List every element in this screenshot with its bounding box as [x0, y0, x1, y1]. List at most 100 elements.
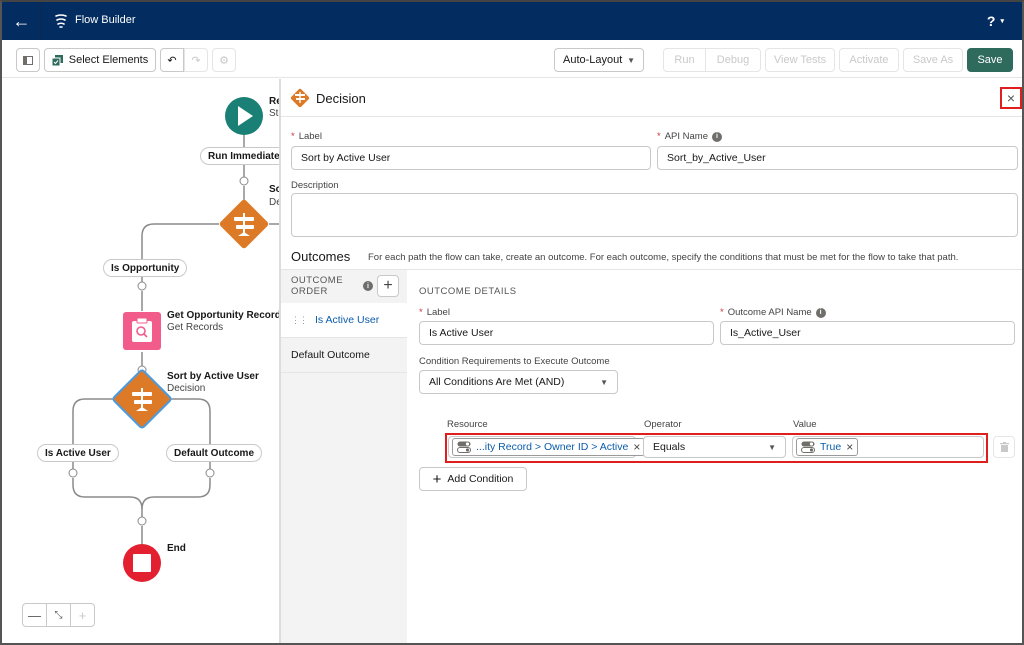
connector-dot[interactable] [239, 176, 249, 186]
flow-icon [55, 14, 67, 28]
arrow-left-icon: ← [12, 10, 31, 31]
close-panel-button[interactable]: × [1000, 87, 1022, 109]
remove-resource-icon[interactable]: × [633, 440, 640, 454]
value-chip[interactable]: True × [796, 438, 859, 456]
outcome-item-default-outcome[interactable]: Default Outcome [281, 338, 407, 373]
resource-input[interactable]: ...ity Record > Owner ID > Active × [448, 436, 646, 458]
resource-label: Resource [447, 419, 488, 430]
drag-handle-icon[interactable]: ⋮⋮ [291, 315, 308, 326]
connector-dot[interactable] [205, 468, 215, 478]
info-icon[interactable]: i [363, 281, 373, 291]
redo-icon: ↷ [191, 54, 201, 67]
start-node-title: Re [269, 96, 279, 107]
connector-dot[interactable] [68, 468, 78, 478]
select-elements-icon [51, 54, 63, 66]
toggle-panel-button[interactable] [16, 48, 40, 72]
connector-dot[interactable] [137, 516, 147, 526]
run-immediately-pill[interactable]: Run Immediately [200, 147, 279, 165]
settings-button[interactable]: ⚙ [212, 48, 236, 72]
decision-node-2[interactable] [112, 369, 172, 429]
remove-value-icon[interactable]: × [846, 440, 853, 454]
select-elements-button[interactable]: Select Elements [44, 48, 156, 72]
gear-icon: ⚙ [219, 54, 229, 67]
flow-canvas[interactable]: Re Sta Run Immediately So De Is Opportun… [2, 79, 279, 643]
add-condition-button[interactable]: + Add Condition [419, 467, 527, 491]
info-icon[interactable]: i [712, 131, 722, 142]
add-condition-label: Add Condition [447, 473, 514, 485]
get-records-node[interactable] [123, 312, 161, 350]
trash-icon [999, 442, 1009, 452]
back-button[interactable]: ← [2, 2, 42, 40]
get-records-subtitle: Get Records [167, 322, 224, 333]
zoom-out-button[interactable]: — [23, 604, 47, 626]
start-node-subtitle: Sta [269, 108, 279, 119]
save-as-button[interactable]: Save As [903, 48, 963, 72]
outcome-item-label: Is Active User [315, 314, 380, 326]
plus-icon: + [432, 470, 442, 488]
default-outcome-pill[interactable]: Default Outcome [166, 444, 263, 462]
condition-requirements-label: Condition Requirements to Execute Outcom… [419, 356, 610, 367]
operator-label: Operator [644, 419, 682, 430]
condition-requirements-select[interactable]: All Conditions Are Met (AND) ▼ [419, 370, 618, 394]
condition-requirements-value: All Conditions Are Met (AND) [429, 376, 565, 388]
value-input[interactable]: True × [792, 436, 984, 458]
global-header: ← Flow Builder ? ▾ [2, 2, 1022, 40]
delete-condition-button[interactable] [993, 436, 1015, 458]
save-button[interactable]: Save [967, 48, 1013, 72]
help-menu[interactable]: ? ▾ [987, 13, 1004, 29]
outcome-label-field-label: * Label [419, 307, 450, 318]
chevron-down-icon: ▾ [1000, 18, 1004, 25]
zoom-controls: — ⤡ + [22, 603, 95, 627]
layout-select[interactable]: Auto-Layout ▼ [554, 48, 644, 72]
end-node[interactable] [123, 544, 161, 582]
resource-chip[interactable]: ...ity Record > Owner ID > Active × [452, 438, 646, 456]
decision-node-1[interactable] [219, 199, 270, 250]
resource-chip-label: ...ity Record > Owner ID > Active [476, 441, 629, 453]
decision-icon [290, 88, 310, 108]
panel-toggle-icon [23, 55, 33, 65]
boolean-icon [801, 441, 815, 453]
run-button[interactable]: Run [663, 48, 706, 72]
panel-title: Decision [316, 91, 366, 106]
undo-icon: ↶ [167, 54, 177, 67]
app-title: Flow Builder [75, 14, 136, 26]
view-tests-button[interactable]: View Tests [765, 48, 835, 72]
value-label: Value [793, 419, 817, 430]
start-node[interactable] [225, 97, 263, 135]
info-icon[interactable]: i [815, 307, 826, 318]
undo-button[interactable]: ↶ [160, 48, 184, 72]
outcome-api-name-input[interactable]: Is_Active_User [720, 321, 1015, 345]
operator-select[interactable]: Equals ▼ [643, 436, 786, 458]
add-outcome-button[interactable]: + [377, 275, 399, 297]
decision1-title: So [269, 184, 279, 195]
label-input[interactable]: Sort by Active User [291, 146, 651, 170]
get-records-title: Get Opportunity Record [167, 310, 279, 321]
panel-header: Decision × [281, 79, 1022, 117]
toolbar: Select Elements ↶ ↷ ⚙ Auto-Layout ▼ Run … [2, 40, 1022, 78]
select-elements-label: Select Elements [68, 54, 149, 66]
caret-down-icon: ▼ [627, 55, 635, 65]
layout-select-value: Auto-Layout [563, 54, 623, 66]
decision2-title: Sort by Active User [167, 371, 259, 382]
debug-button[interactable]: Debug [705, 48, 761, 72]
redo-button[interactable]: ↷ [184, 48, 208, 72]
outcome-label-input[interactable]: Is Active User [419, 321, 714, 345]
outcome-order-label: OUTCOME ORDER [291, 275, 344, 297]
outcome-details: OUTCOME DETAILS * Label Is Active User * O… [407, 269, 1022, 643]
zoom-in-button[interactable]: + [71, 604, 94, 626]
outcome-item-label: Default Outcome [291, 349, 370, 361]
fit-view-button[interactable]: ⤡ [47, 604, 71, 626]
is-active-user-pill[interactable]: Is Active User [37, 444, 119, 462]
activate-button[interactable]: Activate [839, 48, 899, 72]
close-icon: × [1006, 90, 1016, 106]
help-icon: ? [986, 13, 996, 29]
is-opportunity-pill[interactable]: Is Opportunity [103, 259, 188, 277]
description-textarea[interactable] [291, 193, 1018, 237]
connector-dot[interactable] [137, 281, 147, 291]
api-name-input[interactable]: Sort_by_Active_User [657, 146, 1018, 170]
description-field-label: Description [291, 180, 339, 191]
decision-property-panel: Decision × * Label Sort by Active User * A… [279, 79, 1022, 643]
outcome-order-list: OUTCOME ORDER i + ⋮⋮ Is Active User Defau… [281, 269, 407, 643]
decision2-subtitle: Decision [167, 383, 206, 394]
outcome-item-is-active-user[interactable]: ⋮⋮ Is Active User [281, 303, 407, 338]
